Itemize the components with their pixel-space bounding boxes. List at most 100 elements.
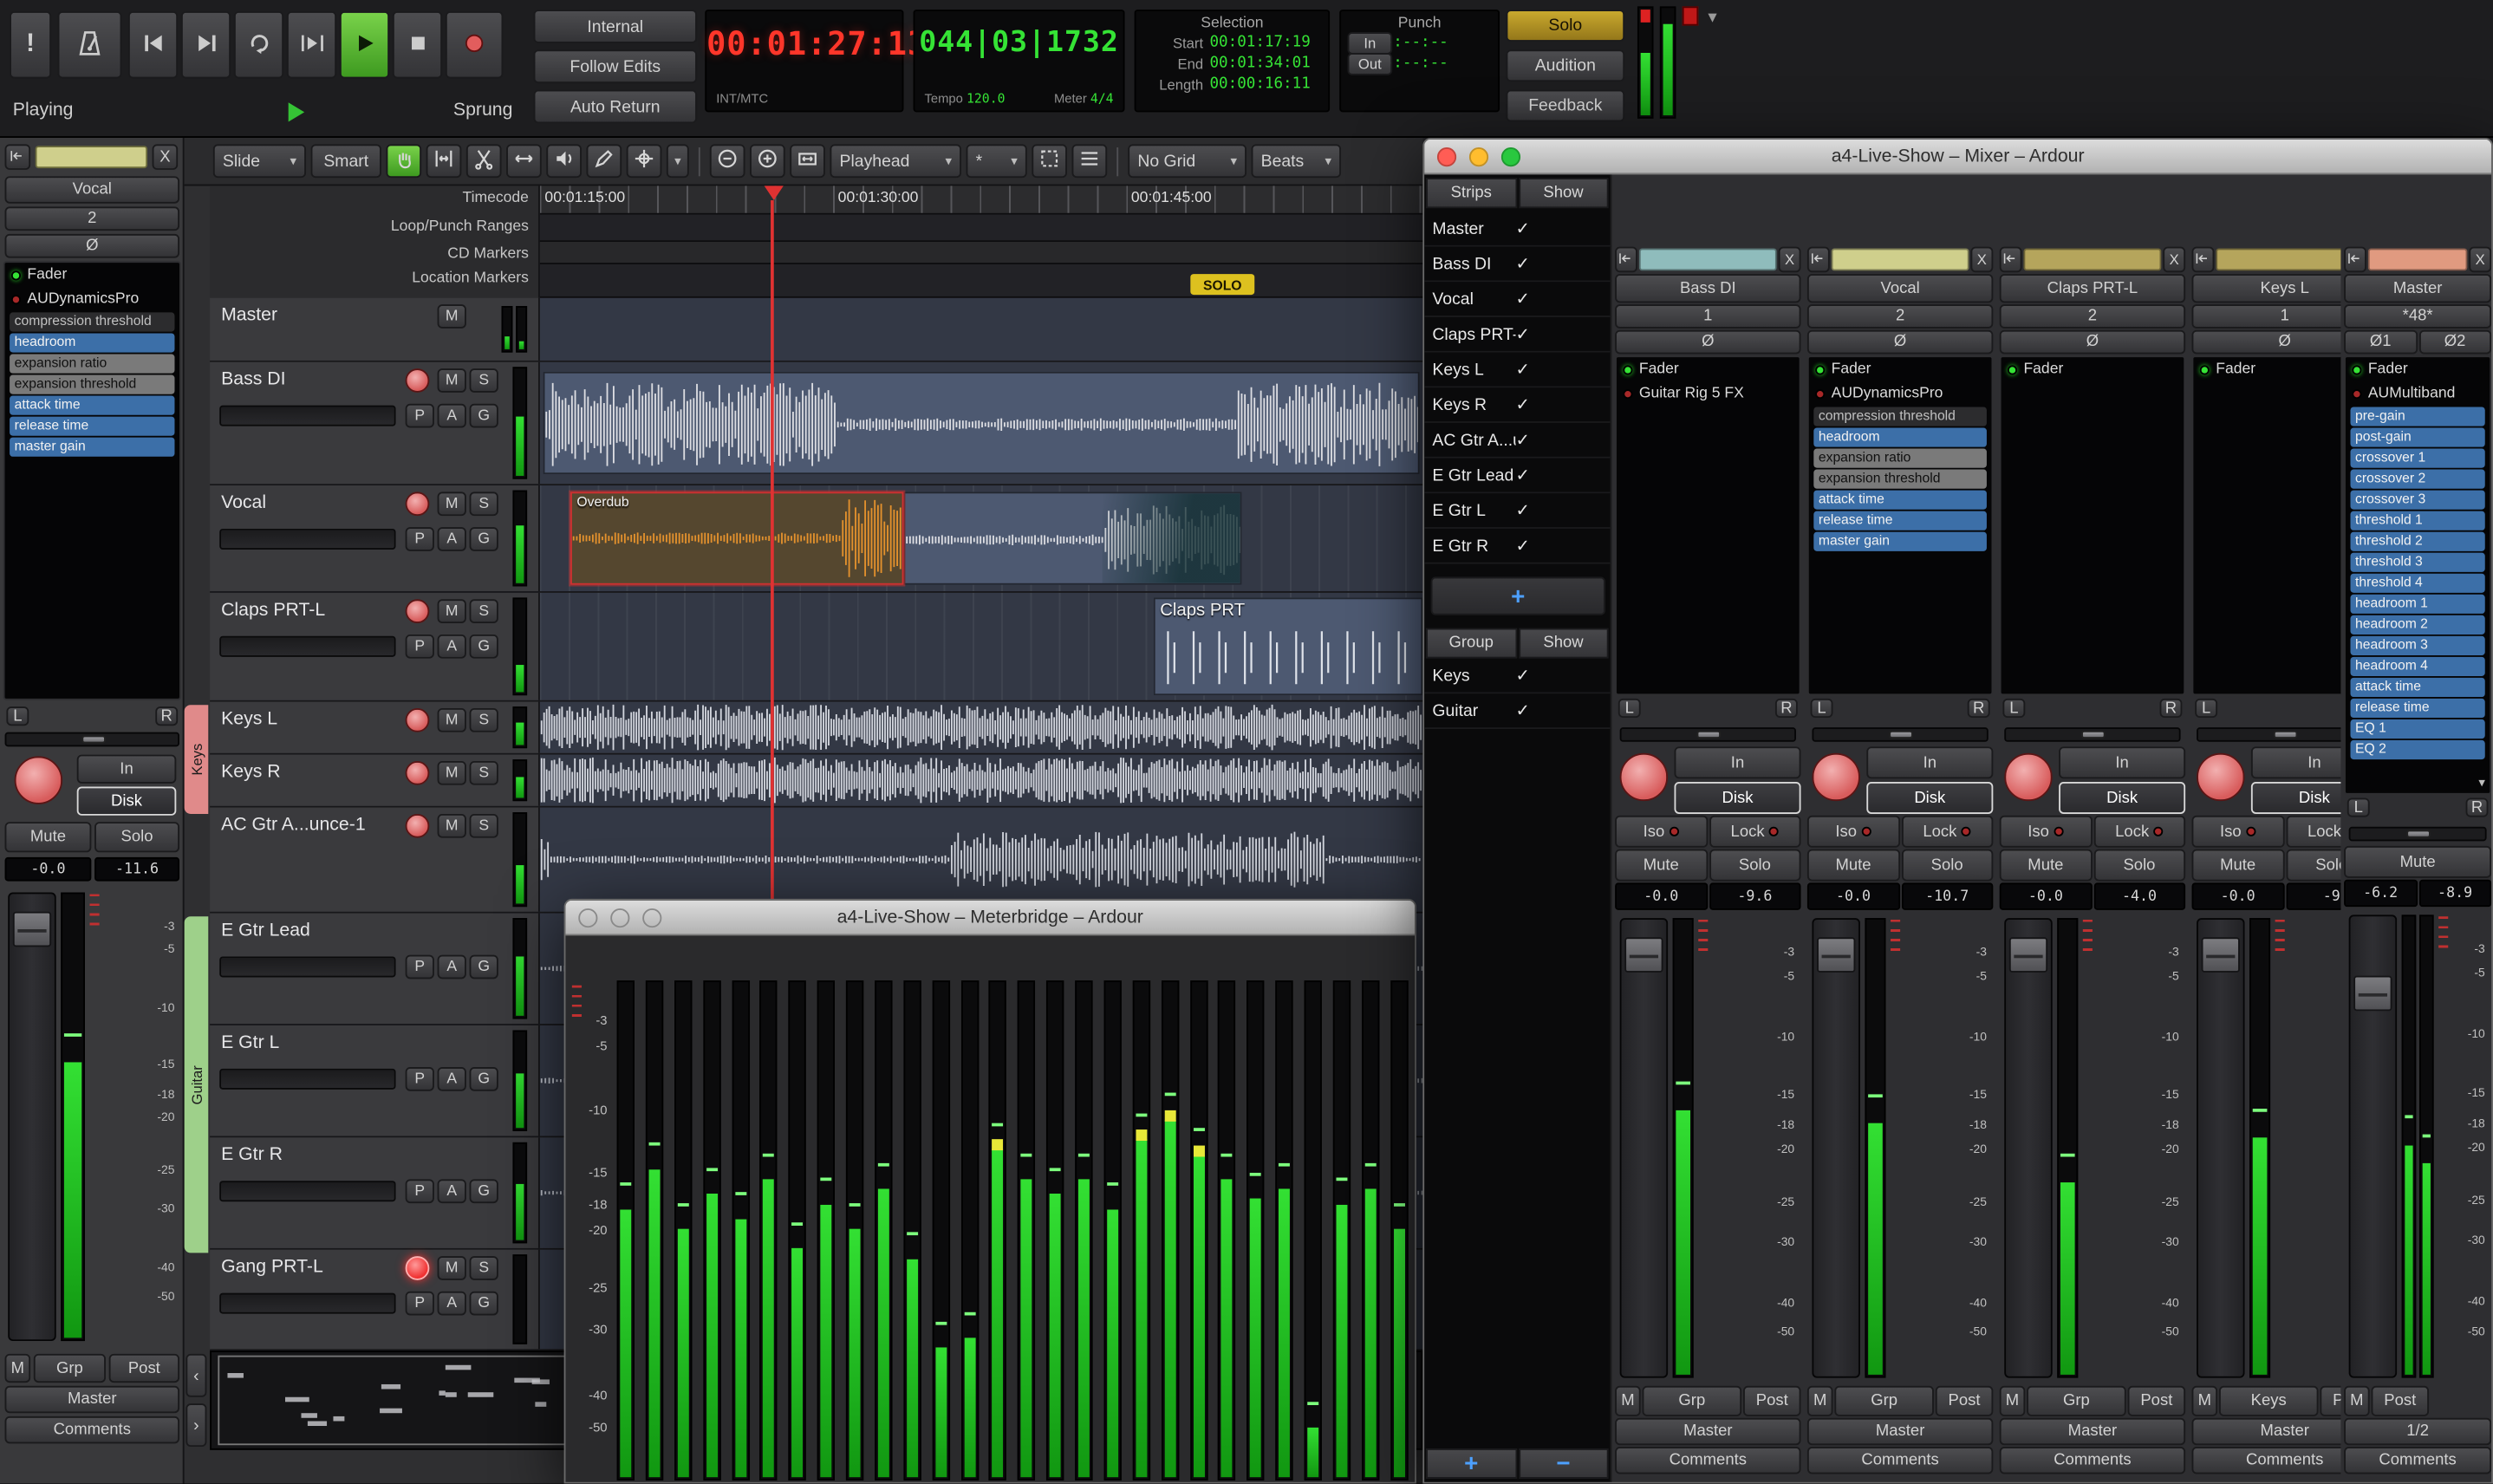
zoom-out-button[interactable] [709,144,745,179]
snap-mode-dropdown[interactable]: No Grid ▾ [1128,144,1247,179]
mouse-mode-grab-button[interactable] [386,144,422,179]
solo-button[interactable]: S [469,813,498,838]
mute-button[interactable]: M [437,1256,466,1280]
fit-tracks-button[interactable] [1071,144,1108,179]
stop-button[interactable] [392,10,443,79]
post-button[interactable]: Post [2320,1385,2341,1416]
audio-region[interactable]: Claps PRT [1153,597,1423,696]
checkmark-icon[interactable]: ✓ [1516,254,1530,273]
mode-options-chevron[interactable]: ▾ [666,144,689,179]
track-name[interactable]: Gang PRT-L [221,1258,323,1277]
input-monitor-button[interactable]: In [76,754,177,784]
primary-clock[interactable]: 00:01:27:13 INT/MTC [705,10,927,113]
edit-mode-dropdown[interactable]: Slide ▾ [212,144,307,179]
mute-button[interactable]: M [437,813,466,838]
processor-row[interactable]: Fader [2002,357,2184,381]
gain-fader[interactable] [2004,918,2053,1378]
strip-name-button[interactable]: Bass DI [1615,274,1801,303]
pan-slider-handle[interactable] [81,735,106,744]
strip-list-item[interactable]: E Gtr L ✓ [1424,493,1611,529]
secondary-clock[interactable]: 044|03|1732 Tempo 120.0 Meter 4/4 [913,10,1125,113]
peak-display[interactable]: -9 [2285,882,2341,910]
gain-fader[interactable] [8,892,56,1342]
record-enable-blob[interactable] [2197,752,2245,802]
output-button[interactable]: Master [2191,1417,2341,1446]
record-enable-button[interactable] [405,707,430,732]
disk-monitor-button[interactable]: Disk [1866,781,1994,814]
add-strip-button[interactable]: + [1430,576,1606,615]
solo-button[interactable]: Solo [94,822,180,853]
group-button[interactable]: G [469,954,498,980]
plugin-param-control[interactable]: threshold 3 [2350,552,2485,572]
pin-strip-icon[interactable] [1999,246,2022,273]
output-button[interactable]: 1/2 [2344,1417,2492,1446]
playlist-button[interactable]: P [405,634,434,659]
record-enable-button[interactable] [405,599,430,624]
meterbridge-titlebar[interactable]: a4-Live-Show – Meterbridge – Ardour [565,900,1416,936]
phase-button[interactable]: Ø [1615,329,1801,355]
comments-button[interactable]: Comments [2191,1447,2341,1474]
track-lane[interactable]: Claps PRT [539,592,1423,700]
strip-list-item[interactable]: Keys R ✓ [1424,387,1611,423]
mouse-mode-range-button[interactable] [426,144,462,179]
checkmark-icon[interactable]: ✓ [1516,430,1530,449]
solo-button[interactable]: S [469,491,498,517]
mute-button[interactable]: Mute [1806,849,1900,882]
phase-button[interactable]: Ø [4,233,180,258]
track-lane[interactable] [539,297,1423,361]
post-button[interactable]: Post [1935,1385,1994,1416]
close-window-button[interactable] [1436,146,1457,166]
track-lane[interactable] [539,754,1423,806]
pan-left-button[interactable]: L [1618,698,1641,719]
phase-button[interactable]: Ø [1806,329,1994,355]
follow-edits-button[interactable]: Follow Edits [533,49,698,84]
ruler-label[interactable]: Loop/Punch Ranges [391,218,529,235]
input-monitor-button[interactable]: In [2250,746,2341,779]
strip-list-item[interactable]: Claps PRT-L✓ [1424,316,1611,353]
pan-slider[interactable] [1812,727,1989,742]
input-button[interactable]: 2 [4,206,180,231]
track-header[interactable]: E Gtr L PAG [210,1025,540,1136]
mute-button[interactable]: Mute [2344,845,2492,878]
add-group-button[interactable]: + [1426,1448,1517,1480]
comments-button[interactable]: Comments [1615,1447,1801,1474]
track-gain-fader[interactable] [219,1068,396,1090]
record-enable-button[interactable] [405,813,430,838]
play-selection-button[interactable] [286,10,337,79]
track-header[interactable]: Keys R MS [210,754,540,806]
track-name[interactable]: Keys L [221,710,277,729]
plugin-param-control[interactable]: attack time [10,395,175,415]
record-button[interactable] [445,10,504,79]
track-header[interactable]: Vocal M S P A G [210,485,540,592]
solo-button[interactable]: S [469,760,498,785]
grid-unit-dropdown[interactable]: Beats ▾ [1251,144,1342,179]
output-button[interactable]: Master [1999,1417,2186,1446]
gain-fader[interactable] [1812,918,1860,1378]
playlist-button[interactable]: P [405,1291,434,1316]
iso-button[interactable]: Iso [2191,815,2284,848]
automation-button[interactable]: A [437,634,466,659]
plugin-param-control[interactable]: headroom 4 [2350,656,2485,676]
punch-out-button[interactable]: Out [1347,52,1393,75]
solo-button[interactable]: Solo [2285,849,2341,882]
output-button[interactable]: Master [4,1385,180,1414]
solo-button[interactable]: Solo [1901,849,1994,882]
pin-strip-icon[interactable] [1615,246,1637,273]
processor-led[interactable] [2352,364,2362,374]
track-color-button[interactable] [35,146,148,169]
processor-led[interactable] [10,294,22,304]
comments-button[interactable]: Comments [4,1416,180,1444]
track-color-button[interactable] [2216,248,2341,271]
record-enable-blob[interactable] [2004,752,2053,802]
strip-list-item[interactable]: AC Gtr A...unce-1✓ [1424,422,1611,459]
playlist-button[interactable]: P [405,403,434,428]
track-name[interactable]: Keys R [221,763,281,782]
playlist-button[interactable]: P [405,1066,434,1091]
plugin-param-control[interactable]: attack time [2350,677,2485,698]
strip-name-button[interactable]: Claps PRT-L [1999,274,2186,303]
disk-monitor-button[interactable]: Disk [1674,781,1801,814]
fader-handle[interactable] [1817,937,1856,973]
peak-display[interactable]: -8.9 [2418,879,2492,908]
pan-slider-handle[interactable] [2080,730,2106,739]
group-button[interactable]: Grp [1642,1385,1742,1416]
